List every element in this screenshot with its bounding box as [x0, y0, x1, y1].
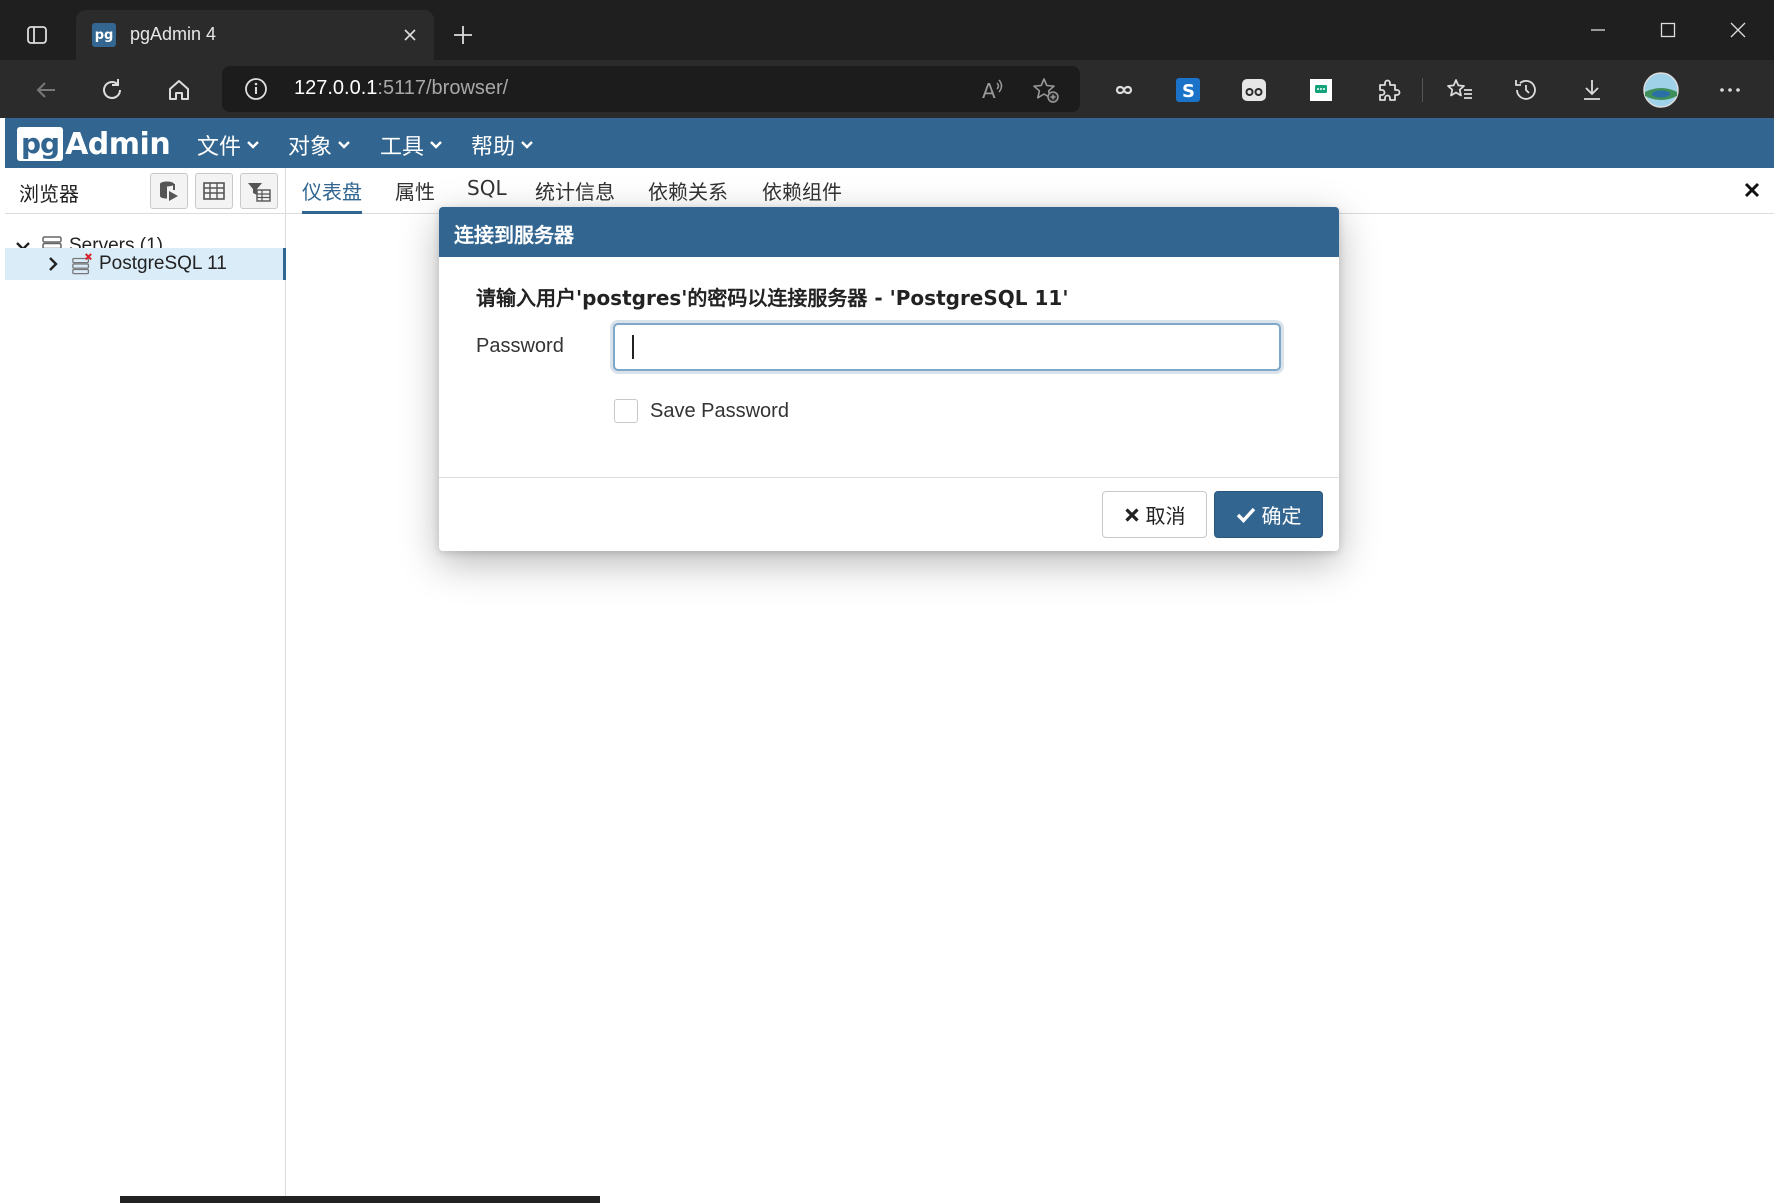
tree-node-postgresql-11-row[interactable]: PostgreSQL 11	[5, 248, 286, 280]
filter-table-icon	[248, 183, 271, 202]
new-tab-icon[interactable]	[448, 20, 478, 50]
close-icon[interactable]	[1742, 180, 1762, 200]
s-extension-icon[interactable]: S	[1170, 72, 1206, 108]
browser-panel-title: 浏览器	[19, 182, 79, 206]
refresh-icon[interactable]	[94, 72, 130, 108]
dialog-footer-divider	[439, 477, 1339, 478]
chat-extension-icon[interactable]	[1303, 72, 1339, 108]
connect-server-dialog: 连接到服务器 请输入用户'postgres'的密码以连接服务器 - 'Postg…	[439, 207, 1339, 551]
database-query-icon	[160, 181, 178, 201]
pgadmin-favicon-icon: pg	[92, 23, 116, 47]
url-text[interactable]: 127.0.0.1:5117/browser/	[294, 77, 508, 100]
tree-node-postgresql-11-label: PostgreSQL 11	[99, 253, 227, 274]
chevron-down-icon	[245, 137, 261, 153]
menu-file-label: 文件	[197, 135, 242, 160]
password-label: Password	[476, 335, 564, 357]
view-data-button[interactable]	[195, 173, 233, 209]
save-password-label[interactable]: Save Password	[650, 400, 789, 423]
svg-text:S: S	[1182, 81, 1195, 102]
window-close-icon[interactable]	[1718, 14, 1758, 46]
chevron-down-icon	[519, 137, 535, 153]
extensions-puzzle-icon[interactable]	[1370, 72, 1406, 108]
tab-dashboard[interactable]: 仪表盘	[302, 176, 362, 214]
read-aloud-icon[interactable]: A	[976, 74, 1008, 106]
tab-title: pgAdmin 4	[130, 24, 217, 44]
infinity-icon[interactable]	[1106, 72, 1142, 108]
ok-button[interactable]: 确定	[1214, 491, 1323, 538]
horizontal-scrollbar[interactable]	[120, 1196, 600, 1203]
toolbar-divider	[1422, 78, 1423, 102]
tab-actions-icon[interactable]	[22, 20, 52, 50]
menu-tools-label: 工具	[380, 135, 425, 160]
more-menu-icon[interactable]	[1712, 72, 1748, 108]
address-bar[interactable]: 127.0.0.1:5117/browser/ A	[222, 66, 1080, 112]
save-password-checkbox[interactable]	[614, 399, 638, 423]
dialog-message: 请输入用户'postgres'的密码以连接服务器 - 'PostgreSQL 1…	[476, 286, 1069, 310]
check-icon	[1236, 507, 1255, 523]
cancel-button[interactable]: 取消	[1102, 491, 1207, 538]
server-disconnected-icon	[71, 253, 93, 275]
close-icon[interactable]	[398, 23, 422, 47]
browser-toolbar: 127.0.0.1:5117/browser/ A S	[0, 60, 1774, 118]
browser-panel-header: 浏览器	[5, 168, 286, 214]
browser-tab[interactable]: pg pgAdmin 4	[76, 10, 434, 60]
profile-avatar-icon[interactable]	[1643, 72, 1679, 108]
glasses-extension-icon[interactable]	[1236, 72, 1272, 108]
download-icon[interactable]	[1574, 72, 1610, 108]
filtered-rows-button[interactable]	[240, 173, 278, 209]
home-icon[interactable]	[161, 72, 197, 108]
menu-object-label: 对象	[288, 135, 333, 160]
chevron-right-icon[interactable]	[43, 254, 63, 274]
dialog-title: 连接到服务器	[454, 223, 574, 247]
pgadmin-logo-box: pg	[17, 127, 64, 161]
menu-tools[interactable]: 工具	[380, 129, 444, 161]
favorites-icon[interactable]	[1442, 72, 1478, 108]
text-caret	[632, 335, 634, 359]
pgadmin-navbar: pg Admin 文件 对象 工具 帮助	[5, 118, 1774, 168]
ok-button-label: 确定	[1261, 504, 1302, 528]
back-arrow-icon[interactable]	[28, 72, 64, 108]
browser-panel: 浏览器 Servers (1)	[5, 168, 286, 1203]
browser-titlebar: pg pgAdmin 4	[0, 0, 1774, 60]
chevron-down-icon	[428, 137, 444, 153]
menu-file[interactable]: 文件	[197, 129, 261, 161]
history-icon[interactable]	[1508, 72, 1544, 108]
add-favorite-icon[interactable]	[1030, 74, 1062, 106]
password-input[interactable]	[613, 323, 1281, 371]
menu-object[interactable]: 对象	[288, 129, 352, 161]
menu-help-label: 帮助	[471, 135, 516, 160]
menu-help[interactable]: 帮助	[471, 129, 535, 161]
tab-properties[interactable]: 属性	[395, 176, 435, 214]
dialog-header[interactable]: 连接到服务器	[439, 207, 1339, 257]
table-icon	[203, 182, 225, 200]
pgadmin-logo-text: Admin	[65, 126, 171, 162]
chevron-down-icon	[336, 137, 352, 153]
close-icon	[1124, 507, 1139, 522]
minimize-icon[interactable]	[1578, 14, 1618, 46]
pgadmin-logo[interactable]: pg Admin	[17, 126, 171, 162]
maximize-icon[interactable]	[1648, 14, 1688, 46]
cancel-button-label: 取消	[1145, 504, 1186, 528]
query-tool-button[interactable]	[150, 173, 188, 209]
site-info-icon[interactable]	[244, 77, 268, 101]
svg-text:A: A	[982, 79, 996, 103]
